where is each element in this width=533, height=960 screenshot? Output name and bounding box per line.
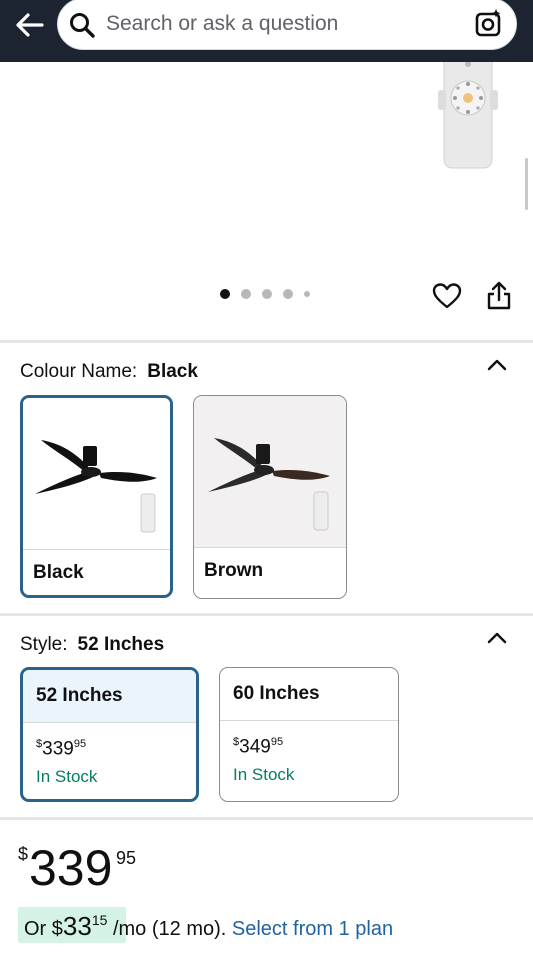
divider xyxy=(220,720,398,721)
carousel-dots[interactable] xyxy=(220,289,310,299)
style-label: Style: xyxy=(20,634,68,655)
colour-option-brown[interactable]: Brown xyxy=(193,395,347,599)
divider xyxy=(194,547,346,548)
colour-selected-value: Black xyxy=(147,361,198,382)
colour-option-label: Brown xyxy=(204,560,264,581)
divider xyxy=(23,722,196,723)
search-input[interactable] xyxy=(106,9,456,39)
carousel-dot[interactable] xyxy=(241,289,251,299)
heart-icon[interactable] xyxy=(432,282,462,310)
remote-control-image xyxy=(438,62,498,169)
style-option-52-inches[interactable]: 52 Inches $33995 In Stock xyxy=(20,667,199,802)
colour-section-label: Colour Name: Black xyxy=(20,361,198,383)
plan-amount-fraction: 15 xyxy=(91,912,108,928)
brown-fan-image xyxy=(194,396,346,547)
plan-prefix: Or xyxy=(24,918,52,940)
search-bar[interactable] xyxy=(57,0,517,50)
carousel-dot[interactable] xyxy=(283,289,293,299)
price-fraction: 95 xyxy=(116,848,137,868)
price-fraction: 95 xyxy=(73,738,87,750)
price-fraction: 95 xyxy=(270,736,284,748)
scrollbar[interactable] xyxy=(525,158,528,210)
select-plan-link[interactable]: Select from 1 plan xyxy=(232,918,393,940)
product-image-gallery[interactable] xyxy=(0,62,533,340)
black-fan-image xyxy=(23,398,170,549)
plan-amount-whole: 33 xyxy=(62,911,92,941)
chevron-up-icon[interactable] xyxy=(486,630,508,646)
stock-status: In Stock xyxy=(36,767,98,786)
camera-lens-icon[interactable] xyxy=(474,8,504,38)
top-bar xyxy=(0,0,533,62)
divider xyxy=(0,340,533,343)
carousel-dot[interactable] xyxy=(304,291,310,297)
divider xyxy=(0,817,533,820)
style-section-label: Style: 52 Inches xyxy=(20,634,164,656)
colour-option-black[interactable]: Black xyxy=(20,395,173,598)
carousel-dot[interactable] xyxy=(220,289,230,299)
divider xyxy=(0,613,533,616)
share-icon[interactable] xyxy=(486,281,512,311)
carousel-dot[interactable] xyxy=(262,289,272,299)
style-option-header: 60 Inches xyxy=(220,668,398,720)
stock-status: In Stock xyxy=(233,765,295,784)
price-currency: $ xyxy=(18,844,29,864)
back-arrow-icon xyxy=(16,13,44,37)
back-button[interactable] xyxy=(12,8,48,42)
price-whole: 339 xyxy=(29,840,113,896)
plan-currency: $ xyxy=(51,918,63,940)
price-whole: 349 xyxy=(239,736,271,758)
divider xyxy=(23,549,170,550)
style-option-price: $33995 xyxy=(36,738,86,760)
style-option-name: 52 Inches xyxy=(36,685,123,706)
plan-suffix: /mo (12 mo). xyxy=(112,918,227,940)
style-option-name: 60 Inches xyxy=(233,683,320,704)
colour-option-label: Black xyxy=(33,562,84,583)
style-selected-value: 52 Inches xyxy=(77,634,165,655)
style-option-header: 52 Inches xyxy=(23,670,196,722)
style-option-60-inches[interactable]: 60 Inches $34995 In Stock xyxy=(219,667,399,802)
price-whole: 339 xyxy=(42,738,74,760)
chevron-up-icon[interactable] xyxy=(486,357,508,373)
colour-label: Colour Name: xyxy=(20,361,138,382)
style-option-price: $34995 xyxy=(233,736,283,758)
search-icon xyxy=(70,13,95,38)
